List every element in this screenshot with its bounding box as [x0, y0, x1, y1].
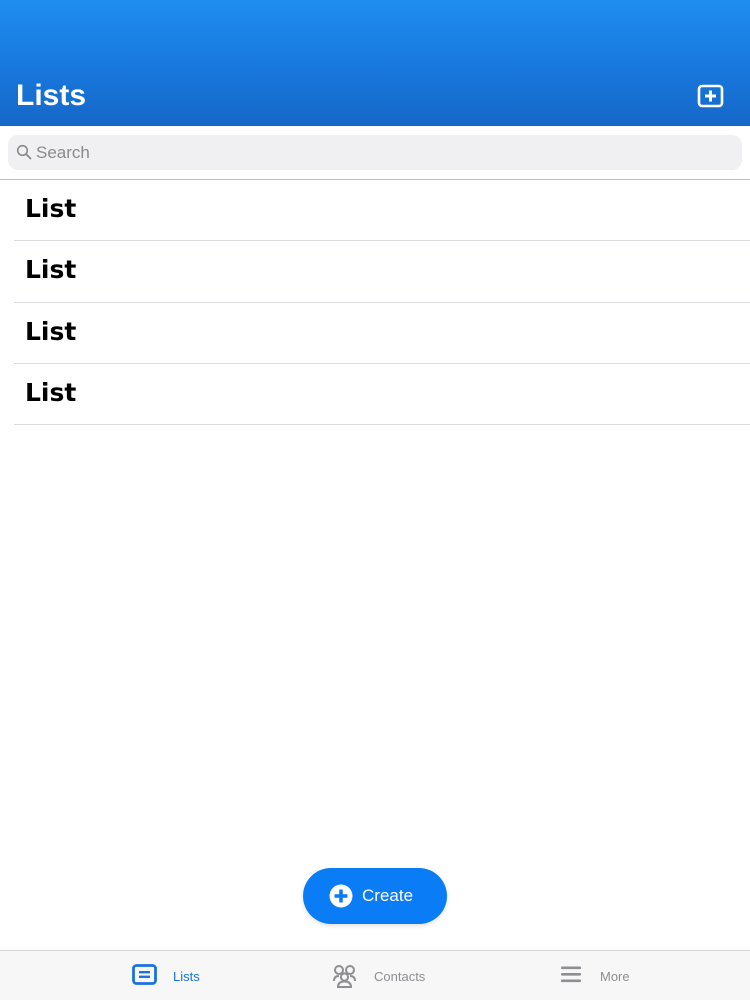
app-window: Lists List List	[0, 0, 750, 1000]
tab-more-label: More	[600, 969, 630, 984]
lists-icon	[132, 964, 157, 985]
list-item[interactable]: List	[0, 303, 750, 364]
tab-contacts-label: Contacts	[374, 969, 426, 984]
tab-lists[interactable]: Lists	[126, 951, 216, 1000]
list-item[interactable]: List	[0, 180, 750, 242]
plus-circle-icon	[329, 884, 353, 908]
tab-bar: Lists Contacts More	[0, 950, 750, 1000]
page-title: Lists	[16, 79, 87, 112]
create-button[interactable]: Create	[303, 868, 447, 924]
lists-table: List List List List	[0, 180, 750, 426]
tab-lists-label: Lists	[173, 969, 200, 984]
list-item[interactable]: List	[0, 364, 750, 426]
row-divider	[14, 424, 750, 426]
search-field[interactable]	[8, 135, 742, 170]
plus-square-icon	[697, 84, 724, 108]
contacts-icon	[332, 964, 357, 988]
list-item-label: List	[25, 377, 77, 407]
list-item-label: List	[25, 255, 77, 285]
add-list-button[interactable]	[697, 84, 724, 108]
tab-more[interactable]: More	[556, 951, 646, 1000]
tab-contacts[interactable]: Contacts	[326, 951, 436, 1000]
list-item-label: List	[25, 194, 77, 223]
search-input[interactable]	[36, 135, 726, 170]
create-button-label: Create	[362, 886, 414, 905]
list-item[interactable]: List	[0, 241, 750, 303]
search-icon	[16, 144, 32, 160]
menu-icon	[561, 966, 581, 983]
search-bar	[0, 126, 750, 179]
navigation-header: Lists	[0, 0, 750, 126]
list-item-label: List	[25, 316, 77, 346]
